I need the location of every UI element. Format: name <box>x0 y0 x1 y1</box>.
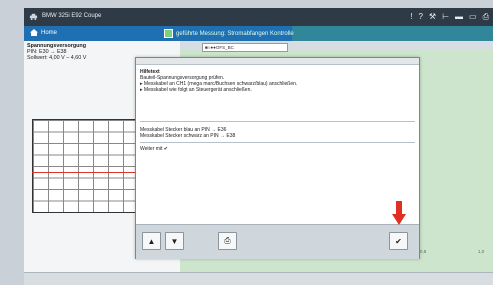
dialog-button-bar: ▲ ▼ ⎙ ✔ <box>136 224 419 259</box>
breadcrumb-label: geführte Messung: Stromabfangen Kontroll… <box>176 30 294 37</box>
breadcrumb[interactable]: geführte Messung: Stromabfangen Kontroll… <box>164 29 294 38</box>
pin-assignment: Messkabel Stecker blau an PIN → E36 Mess… <box>140 127 415 139</box>
arrow-up-icon: ▲ <box>147 236 156 246</box>
divider <box>140 121 415 122</box>
confirm-button[interactable]: ✔ <box>389 232 408 250</box>
divider <box>140 142 415 143</box>
status-bar <box>24 272 493 285</box>
diagnostic-screen: BMW 325i E92 Coupe ! ? ⚒ ⊢ ▬ ▭ ⎙ Home ge… <box>24 8 493 285</box>
instructions: Hilfetext Bauteil-Spannungsversorgung pr… <box>140 69 415 93</box>
measurement-info: Spannungsversorgung PIN: E30 → E38 Sollw… <box>27 43 86 61</box>
arrow-down-icon: ▼ <box>170 236 179 246</box>
checkmark-icon: ✔ <box>395 236 402 246</box>
scroll-down-button[interactable]: ▼ <box>165 232 184 250</box>
instruction-line: ▸ Messkabel wie folgt an Steuergerät ans… <box>140 87 252 93</box>
axis-tick: 1,0 <box>478 249 485 254</box>
battery-icon[interactable]: ▬ <box>455 12 463 21</box>
tools-icon[interactable]: ⚒ <box>429 12 436 21</box>
car-icon <box>29 13 38 21</box>
nav-green-zone <box>292 26 493 41</box>
setpoint-label: Sollwert: 4,00 V – 4,60 V <box>27 55 87 61</box>
title-bar: BMW 325i E92 Coupe ! ? ⚒ ⊢ ▬ ▭ ⎙ <box>24 8 493 26</box>
print-icon[interactable]: ⎙ <box>483 12 489 21</box>
disconnect-icon[interactable]: ▭ <box>469 12 477 21</box>
network-icon[interactable]: ⊢ <box>442 12 449 21</box>
nav-bar: Home geführte Messung: Stromabfangen Kon… <box>24 26 493 41</box>
measurement-icon <box>164 29 173 38</box>
print-button[interactable]: ⎙ <box>218 232 237 250</box>
oscilloscope-grid <box>32 119 140 213</box>
info-icon[interactable]: ! <box>410 12 412 21</box>
channel-field[interactable]: ■○●●OFS_BC <box>202 43 288 52</box>
title-icons: ! ? ⚒ ⊢ ▬ ▭ ⎙ <box>410 12 489 21</box>
help-icon[interactable]: ? <box>418 12 422 21</box>
signal-trace <box>32 172 140 173</box>
axis-tick: 0,8 <box>420 249 427 254</box>
continue-hint: Weiter mit ✔ <box>140 146 168 152</box>
pin-line: Messkabel Stecker schwarz an PIN → E38 <box>140 133 236 139</box>
printer-icon: ⎙ <box>224 236 231 245</box>
dialog-header <box>136 58 419 65</box>
home-label: Home <box>41 29 58 36</box>
vehicle-title: BMW 325i E92 Coupe <box>42 13 102 19</box>
scroll-up-button[interactable]: ▲ <box>142 232 161 250</box>
home-icon <box>30 29 38 36</box>
home-button[interactable]: Home <box>30 29 57 36</box>
red-arrow-icon <box>392 201 406 225</box>
help-dialog: Hilfetext Bauteil-Spannungsversorgung pr… <box>135 57 420 259</box>
